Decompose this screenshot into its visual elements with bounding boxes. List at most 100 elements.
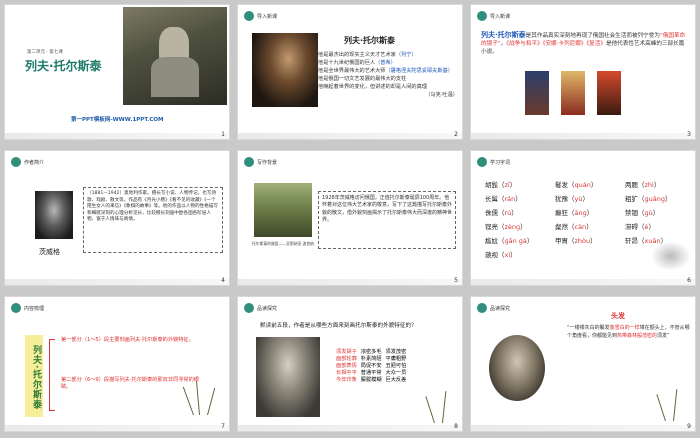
slide-number: 3: [687, 131, 691, 138]
vocab-item: 粗犷（ɡuǎnɡ）: [625, 195, 672, 203]
vocab-word: 侏儒: [485, 209, 498, 217]
slide-1-footer-link[interactable]: 第一PPT模板网-WWW.1PPT.COM: [71, 115, 164, 123]
section-dot-icon: [244, 303, 254, 313]
section-label: 学习字词: [490, 159, 511, 166]
vocab-word: 粗犷: [625, 195, 638, 203]
feature-cell: 局促不安: [360, 363, 382, 369]
slide-number: 9: [687, 423, 691, 430]
slide-3-header: 导入新课: [477, 10, 510, 22]
section-dot-icon: [11, 303, 21, 313]
slide-3-thumbnail[interactable]: 导入新课 列夫·托尔斯泰是其作品真实深刻地再现了俄国社会生活而被列宁誉为“俄国革…: [470, 4, 696, 140]
section-label: 品读探究: [257, 305, 278, 312]
slide-footer-bar: [5, 133, 229, 139]
slide-footer-bar: [238, 425, 462, 431]
feature-cell: 须发茂密: [385, 349, 407, 355]
bracket: [49, 339, 55, 411]
slide-8-header: 品读探究: [244, 302, 277, 314]
zweig-caption: 茨威格: [39, 248, 60, 256]
feature-cell: 朴素简陋: [360, 356, 382, 362]
vocab-pinyin: ānɡ: [574, 209, 587, 217]
zweig-portrait: [35, 191, 73, 239]
slide-1-kicker: 第二单元 · 第七课: [27, 50, 63, 55]
quote-paragraph: “一缕缕灰白的鬈发像雪白的一样堆在额头上，不管从哪个角度看，你都能见到热带森林般…: [567, 325, 690, 339]
bio-text: （1881—1942）奥地利作家。擅长写小说、人物传记，也写诗歌、戏剧、散文等。…: [87, 191, 218, 223]
section-label: 导入新课: [257, 13, 278, 20]
vocab-pinyin: quán: [574, 181, 591, 189]
section-label: 作者简介: [24, 159, 45, 166]
slide-8-thumbnail[interactable]: 品读探究 默读前五段，作者是从哪些方面来刻画托尔斯泰的外貌特征的？ 须发胡子 浓密…: [237, 296, 463, 432]
vocab-word: 犹豫: [555, 195, 568, 203]
tolstoy-photo: [123, 7, 227, 105]
slide-6-thumbnail[interactable]: 学习字词 胡髭（zī） 鬈发（quán） 两腮（zhì） 长髯（rán） 犹豫（yù） 粗…: [470, 150, 696, 286]
feature-row: 须发胡子 浓密多毛 须发茂密: [336, 349, 460, 356]
section-dot-icon: [244, 157, 254, 167]
feature-cell: 平庸粗野: [385, 356, 407, 362]
feature-cell: 大众一员: [385, 370, 407, 376]
vocab-word: 禁锢: [625, 209, 638, 217]
feature-row: 今年印象 朦胧模糊 巨大反差: [336, 377, 460, 384]
slide-footer-bar: [5, 425, 229, 431]
vocab-item: 滞碍（è）: [625, 223, 655, 231]
feature-cell: 今年印象: [336, 377, 357, 383]
slide-4-thumbnail[interactable]: 作者简介 茨威格 （1881—1942）奥地利作家。擅长写小说、人物传记，也写诗…: [4, 150, 230, 286]
slide-number: 4: [221, 277, 225, 284]
vocab-pinyin: zhì: [644, 181, 654, 189]
feature-cell: 长相平平: [336, 370, 357, 376]
vocab-word: 长髯: [485, 195, 498, 203]
bio-box: （1881—1942）奥地利作家。擅长写小说、人物传记，也写诗歌、戏剧、散文等。…: [83, 187, 223, 253]
slide-2-thumbnail[interactable]: 导入新课 列夫·托尔斯泰 他是最杰出的现实主义天才艺术家（列宁） 他是十九世纪俄…: [237, 4, 463, 140]
vocab-word: 藐视: [485, 251, 498, 259]
tolstoy-portrait: [489, 335, 545, 401]
slide-7-thumbnail[interactable]: 内容梳理 列夫·托尔斯泰 第一部分（1～5）段主要刻画列夫·托尔斯泰的外貌特征。…: [4, 296, 230, 432]
slide-footer-bar: [471, 425, 695, 431]
vocab-pinyin: rán: [504, 195, 516, 203]
feature-row: 面部轮廓 朴素简陋 平庸粗野: [336, 356, 460, 363]
tolstoy-portrait: [256, 337, 320, 417]
slide-9-header: 品读探究: [477, 302, 510, 314]
vocab-word: 轩昂: [625, 237, 638, 245]
feature-row: 面部表情 局促不安 丑陋可怕: [336, 363, 460, 370]
vocab-item: 胡髭（zī）: [485, 181, 517, 189]
vocab-pinyin: ɡù: [644, 209, 653, 217]
feature-cell: 巨大反差: [385, 377, 407, 383]
slide-grid: 第二单元 · 第七课 列夫·托尔斯泰 第一PPT模板网-WWW.1PPT.COM…: [0, 0, 700, 438]
feature-cell: 面部表情: [336, 363, 357, 369]
section-label: 内容梳理: [24, 305, 45, 312]
vocab-word: 滞碍: [625, 223, 638, 231]
vocab-word: 尴尬: [485, 237, 498, 245]
vocab-pinyin: zènɡ: [504, 223, 521, 231]
vocab-item: 禁锢（ɡù）: [625, 209, 660, 217]
feature-cell: 丑陋可怕: [385, 363, 407, 369]
tolstoy-portrait: [252, 33, 318, 107]
slide-number: 6: [687, 277, 691, 284]
vocab-pinyin: càn: [574, 223, 587, 231]
vocab-item: 长髯（rán）: [485, 195, 522, 203]
slide-9-thumbnail[interactable]: 品读探究 头发 “一缕缕灰白的鬈发像雪白的一样堆在额头上，不管从哪个角度看，你都…: [470, 296, 696, 432]
quote-list: 他是最杰出的现实主义天才艺术家（列宁） 他是十九世纪俄国的巨人（普希） 他是全世…: [318, 51, 458, 99]
slide-number: 7: [221, 423, 225, 430]
slide-1-thumbnail[interactable]: 第二单元 · 第七课 列夫·托尔斯泰 第一PPT模板网-WWW.1PPT.COM…: [4, 4, 230, 140]
section-label: 品读探究: [490, 305, 511, 312]
author-name: 列夫·托尔斯泰: [481, 31, 526, 39]
question-text: 默读前五段，作者是从哪些方面来刻画托尔斯泰的外貌特征的？: [260, 323, 417, 329]
vocab-pinyin: ɡuǎnɡ: [644, 195, 665, 203]
book-cover: [561, 71, 585, 115]
section-dot-icon: [477, 157, 487, 167]
slide-6-header: 学习字词: [477, 156, 510, 168]
vocab-word: 鬈发: [555, 181, 568, 189]
vocab-item: 藐视（xì）: [485, 251, 517, 259]
vocab-item: 鬈发（quán）: [555, 181, 598, 189]
vocab-word: 粲然: [555, 223, 568, 231]
quote-line: 他是最杰出的现实主义天才艺术家（列宁）: [318, 52, 417, 58]
orchid-decoration: [424, 389, 462, 424]
slide-footer-bar: [471, 279, 695, 285]
slide-5-header: 写作背景: [244, 156, 277, 168]
vocab-item: 侏儒（rú）: [485, 209, 518, 217]
quote-attribution: （马克·吐温）: [425, 92, 458, 98]
section-dot-icon: [477, 11, 487, 21]
vocab-item: 尴尬（ɡān ɡà）: [485, 237, 534, 245]
slide-5-thumbnail[interactable]: 写作背景 托尔斯泰的故居——亚斯纳亚·波良纳 1928年茨威格访问俄国，正值托尔…: [237, 150, 463, 286]
feature-cell: 面部轮廓: [336, 356, 357, 362]
slide-2-header: 导入新课: [244, 10, 277, 22]
feature-row: 长相平平 普通平常 大众一员: [336, 370, 460, 377]
